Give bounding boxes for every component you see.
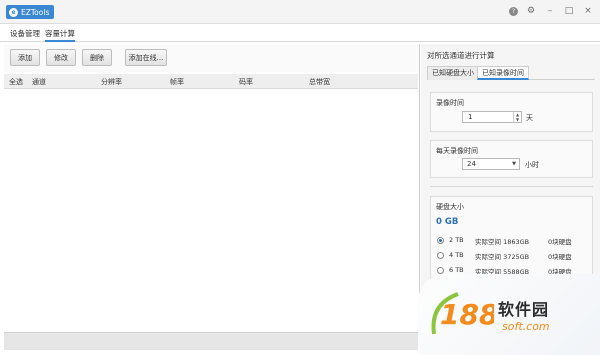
add-online-button[interactable]: 添加在线... xyxy=(125,49,167,66)
close-icon[interactable]: × xyxy=(582,4,594,18)
watermark-logo-icon: 188 xyxy=(431,292,494,335)
dropdown-arrow-icon: ▼ xyxy=(512,161,516,167)
radio-6tb[interactable] xyxy=(437,267,444,274)
col-framerate[interactable]: 帧率 xyxy=(170,77,184,87)
daily-hours-select[interactable]: 24 ▼ xyxy=(462,158,520,170)
disk-option-count: 0块硬盘 xyxy=(548,253,572,261)
channel-list-pane: 添加 修改 删除 添加在线... 全选 通道 分辨率 帧率 码率 总带宽 xyxy=(4,44,418,352)
radio-2tb[interactable] xyxy=(437,237,444,244)
daily-hours-group: 每天录像时间 24 ▼ 小时 xyxy=(430,140,593,178)
horizontal-scrollbar[interactable] xyxy=(4,332,418,350)
record-time-label: 录像时间 xyxy=(436,99,464,107)
minimize-icon[interactable]: – xyxy=(544,4,556,18)
stepper-down-icon[interactable]: ▼ xyxy=(514,117,521,122)
add-button[interactable]: 添加 xyxy=(10,49,40,66)
record-days-stepper[interactable]: 1 ▲ ▼ xyxy=(462,111,522,123)
menu-bar: 设备管理 容量计算 xyxy=(0,24,600,42)
title-bar: e EZTools ? ⚙ – □ × xyxy=(0,0,600,24)
disk-option-size: 4 TB xyxy=(449,251,464,259)
col-channel[interactable]: 通道 xyxy=(32,77,46,87)
daily-hours-value: 24 xyxy=(467,160,476,168)
record-days-value[interactable]: 1 xyxy=(463,113,513,121)
section-divider xyxy=(430,186,593,187)
watermark-url: soft.com xyxy=(502,320,550,333)
daily-hours-unit: 小时 xyxy=(525,161,539,169)
record-time-group: 录像时间 1 ▲ ▼ 天 xyxy=(430,92,593,132)
record-days-unit: 天 xyxy=(526,114,533,122)
disk-size-label: 硬盘大小 xyxy=(436,203,464,211)
col-resolution[interactable]: 分辨率 xyxy=(101,77,122,87)
disk-option-space: 实际空间 1863GB xyxy=(475,238,530,246)
tab-known-disk-size[interactable]: 已知硬盘大小 xyxy=(427,66,479,80)
disk-option[interactable]: 4 TB 实际空间 3725GB 0块硬盘 xyxy=(437,251,587,261)
col-total-bandwidth[interactable]: 总带宽 xyxy=(309,77,330,87)
calc-tabs: 已知硬盘大小 已知录像时间 xyxy=(427,66,595,80)
col-select-all[interactable]: 全选 xyxy=(9,77,23,87)
disk-size-value: 0 GB xyxy=(436,217,459,227)
watermark-logo-text: 188 xyxy=(440,298,494,331)
disk-option-count: 0块硬盘 xyxy=(548,238,572,246)
settings-icon[interactable]: ⚙ xyxy=(525,4,537,18)
maximize-icon[interactable]: □ xyxy=(563,4,575,18)
window-controls: ? ⚙ – □ × xyxy=(509,4,594,18)
help-icon[interactable]: ? xyxy=(509,6,518,16)
app-logo: e EZTools xyxy=(6,5,55,19)
radio-4tb[interactable] xyxy=(437,252,444,259)
disk-option-size: 6 TB xyxy=(449,266,464,274)
channel-table-body[interactable] xyxy=(4,89,418,329)
edit-button[interactable]: 修改 xyxy=(46,49,76,66)
menu-device-management[interactable]: 设备管理 xyxy=(10,28,40,39)
watermark: 188 软件园 soft.com xyxy=(418,274,600,355)
col-bitrate[interactable]: 码率 xyxy=(239,77,253,87)
app-name: EZTools xyxy=(21,7,50,17)
delete-button[interactable]: 删除 xyxy=(82,49,112,66)
menu-capacity-calc[interactable]: 容量计算 xyxy=(45,28,75,42)
disk-option-size: 2 TB xyxy=(449,236,464,244)
table-header: 全选 通道 分辨率 帧率 码率 总带宽 xyxy=(4,74,418,89)
tab-known-record-time[interactable]: 已知录像时间 xyxy=(477,66,529,80)
toolbar: 添加 修改 删除 添加在线... xyxy=(4,44,418,72)
app-logo-icon: e xyxy=(9,7,18,17)
calc-panel-title: 对所选通道进行计算 xyxy=(427,51,495,60)
watermark-name: 软件园 xyxy=(498,300,550,319)
daily-hours-label: 每天录像时间 xyxy=(436,147,478,155)
stepper-arrows[interactable]: ▲ ▼ xyxy=(513,112,521,122)
disk-option-space: 实际空间 3725GB xyxy=(475,253,530,261)
disk-option[interactable]: 2 TB 实际空间 1863GB 0块硬盘 xyxy=(437,236,587,246)
